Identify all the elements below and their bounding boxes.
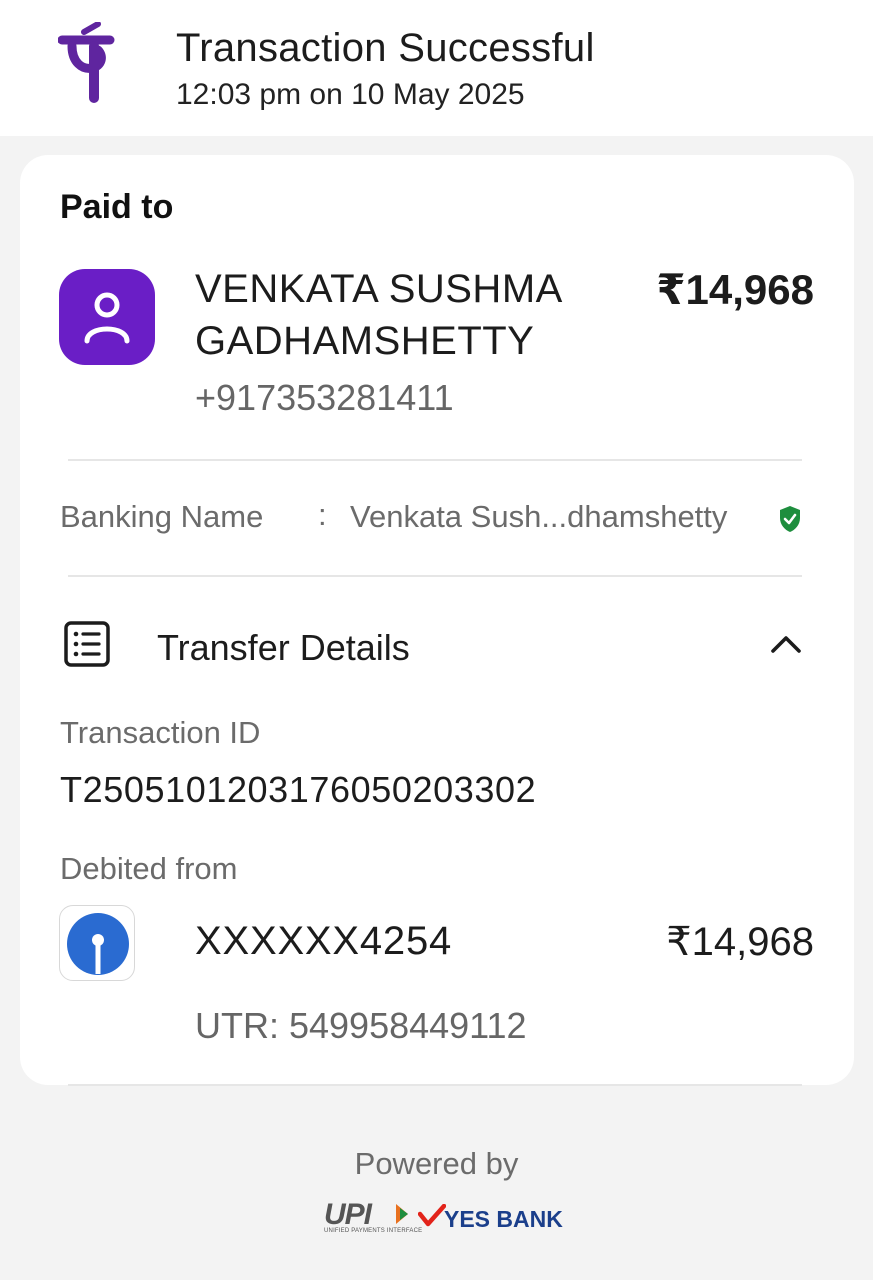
paid-to-label: Paid to: [60, 188, 174, 226]
powered-by-label: Powered by: [354, 1146, 519, 1181]
transaction-id-label: Transaction ID: [60, 715, 261, 750]
upi-arrow-icon: [394, 1202, 412, 1231]
page-title: Transaction Successful: [176, 26, 595, 70]
user-icon: [59, 269, 155, 365]
yes-bank-logo: YES BANK: [444, 1206, 563, 1232]
utr-number: UTR: 549958449112: [195, 1005, 527, 1046]
banking-name-value: Venkata Sush...dhamshetty: [350, 499, 728, 534]
transaction-card: Paid to VENKATA SUSHMA GADHAMSHETTY +917…: [20, 155, 854, 1085]
account-number: XXXXXX4254: [195, 919, 453, 963]
debited-from-label: Debited from: [60, 851, 238, 886]
header-bar: Transaction Successful 12:03 pm on 10 Ma…: [0, 0, 873, 136]
payee-phone: +917353281411: [195, 377, 454, 418]
transaction-datetime: 12:03 pm on 10 May 2025: [176, 78, 525, 111]
list-details-icon: [64, 621, 110, 672]
payee-name-line1: VENKATA SUSHMA: [195, 267, 563, 311]
partner-logos: UPI UNIFIED PAYMENTS INTERFACE YES BANK: [324, 1198, 564, 1238]
payee-name: VENKATA SUSHMA GADHAMSHETTY: [195, 263, 615, 367]
divider: [68, 1084, 802, 1086]
divider: [68, 575, 802, 577]
sbi-bank-icon: [59, 905, 135, 981]
phonepe-logo-icon: [57, 21, 118, 108]
debit-amount: ₹14,968: [666, 920, 814, 964]
banking-name-label: Banking Name: [60, 499, 264, 534]
verified-shield-icon: [778, 505, 802, 538]
transfer-details-title[interactable]: Transfer Details: [157, 627, 410, 669]
divider: [68, 459, 802, 461]
payee-name-line2: GADHAMSHETTY: [195, 319, 535, 363]
chevron-up-icon[interactable]: [770, 633, 802, 660]
upi-logo: UPI: [324, 1198, 372, 1231]
yes-bank-tick-icon: [417, 1203, 447, 1233]
paid-amount: ₹14,968: [656, 266, 814, 313]
transaction-id-value: T2505101203176050203302: [60, 769, 537, 810]
banking-name-separator: :: [318, 497, 327, 532]
